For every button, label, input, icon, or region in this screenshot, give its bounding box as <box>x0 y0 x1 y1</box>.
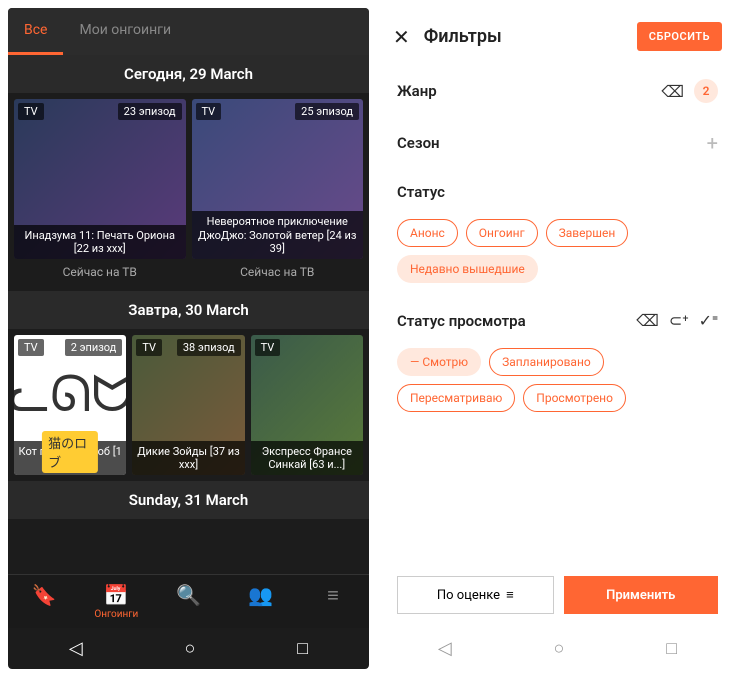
status-row: Статус <box>377 169 738 215</box>
nav-ongoing[interactable]: 📅 Онгоинги <box>80 575 152 628</box>
reset-button[interactable]: СБРОСИТЬ <box>637 22 722 51</box>
anime-card[interactable]: TV 38 эпизод Дикие Зойды [37 из xxx] <box>132 335 244 475</box>
plus-icon[interactable]: + <box>707 131 718 155</box>
people-icon: 👥 <box>248 583 273 607</box>
apply-bar: По оценке≡ Применить <box>377 562 738 628</box>
season-label: Сезон <box>397 134 697 152</box>
bottom-nav: 🔖 📅 Онгоинги 🔍 👥 ≡ <box>8 574 369 628</box>
bookmark-icon: 🔖 <box>32 583 57 607</box>
on-air-label: Сейчас на ТВ <box>192 259 364 285</box>
menu-icon: ≡ <box>327 583 339 607</box>
jp-title: 猫のロブ <box>42 431 98 473</box>
chip-rewatching[interactable]: Пересматриваю <box>397 384 515 412</box>
tabs-bar: Все Мои онгоинги <box>8 8 369 55</box>
section-sunday-header: Sunday, 31 March <box>8 481 369 519</box>
android-nav: ◁ ○ □ <box>377 628 738 669</box>
anime-title: Инадзума 11: Печать Ориона [22 из xxx] <box>14 225 186 259</box>
tomorrow-cards: TV 2 эпизод ᓚᘏᗢ 猫のロブ Кот по имени Роб [1… <box>8 329 369 481</box>
tab-all[interactable]: Все <box>8 8 63 55</box>
search-icon: 🔍 <box>176 583 201 607</box>
tv-badge: TV <box>18 103 44 120</box>
filters-screen: ✕ Фильтры СБРОСИТЬ Жанр ⌫ 2 Сезон + Стат… <box>377 8 738 669</box>
back-icon[interactable]: ◁ <box>69 638 83 659</box>
chip-anons[interactable]: Анонс <box>397 219 458 247</box>
add-icon[interactable]: ⊂⁺ <box>669 311 689 330</box>
episode-badge: 23 эпизод <box>118 103 182 120</box>
chip-finished[interactable]: Завершен <box>546 219 629 247</box>
cat-icon: ᓚᘏᗢ <box>14 365 126 424</box>
nav-menu[interactable]: ≡ <box>297 575 369 628</box>
sort-button[interactable]: По оценке≡ <box>397 576 554 614</box>
anime-card[interactable]: TV 25 эпизод Невероятное приключение Джо… <box>192 99 364 285</box>
chip-ongoing[interactable]: Онгоинг <box>466 219 538 247</box>
tv-badge: TV <box>196 103 222 120</box>
close-icon[interactable]: ✕ <box>393 25 410 49</box>
filter-header: ✕ Фильтры СБРОСИТЬ <box>377 8 738 65</box>
on-air-label: Сейчас на ТВ <box>14 259 186 285</box>
chip-watching[interactable]: Смотрю <box>397 348 481 376</box>
chip-recent[interactable]: Недавно вышедшие <box>397 255 538 283</box>
watch-chips: Смотрю Запланировано Пересматриваю Просм… <box>377 344 738 426</box>
episode-badge: 2 эпизод <box>65 339 123 356</box>
check-icon[interactable]: ✓⁼ <box>699 311 718 330</box>
nav-search[interactable]: 🔍 <box>152 575 224 628</box>
calendar-icon: 📅 <box>104 583 129 607</box>
clear-icon[interactable]: ⌫ <box>661 82 684 101</box>
tv-badge: TV <box>136 339 162 356</box>
filter-title: Фильтры <box>424 26 623 47</box>
recents-icon[interactable]: □ <box>297 638 308 659</box>
watch-status-row: Статус просмотра ⌫ ⊂⁺ ✓⁼ <box>377 297 738 344</box>
back-icon[interactable]: ◁ <box>438 638 452 659</box>
anime-card[interactable]: TV 2 эпизод ᓚᘏᗢ 猫のロブ Кот по имени Роб [1… <box>14 335 126 475</box>
genre-row[interactable]: Жанр ⌫ 2 <box>377 65 738 117</box>
nav-social[interactable]: 👥 <box>225 575 297 628</box>
genre-count-badge: 2 <box>694 79 718 103</box>
anime-title: Экспресс Франсе Синкай [63 и...] <box>251 441 363 475</box>
apply-button[interactable]: Применить <box>564 576 719 614</box>
section-today-header: Сегодня, 29 March <box>8 55 369 93</box>
sort-icon: ≡ <box>506 587 514 603</box>
tv-badge: TV <box>18 339 44 356</box>
anime-title: Невероятное приключение ДжоДжо: Золотой … <box>192 211 364 259</box>
android-nav: ◁ ○ □ <box>8 628 369 669</box>
status-chips: Анонс Онгоинг Завершен Недавно вышедшие <box>377 215 738 297</box>
ongoing-screen: Все Мои онгоинги Сегодня, 29 March TV 23… <box>8 8 369 669</box>
home-icon[interactable]: ○ <box>554 638 565 659</box>
anime-title: Дикие Зойды [37 из xxx] <box>132 441 244 475</box>
nav-bookmarks[interactable]: 🔖 <box>8 575 80 628</box>
watch-status-label: Статус просмотра <box>397 312 626 330</box>
recents-icon[interactable]: □ <box>666 638 677 659</box>
episode-badge: 38 эпизод <box>177 339 241 356</box>
today-cards: TV 23 эпизод Инадзума 11: Печать Ориона … <box>8 93 369 291</box>
anime-card[interactable]: TV Экспресс Франсе Синкай [63 и...] <box>251 335 363 475</box>
section-tomorrow-header: Завтра, 30 March <box>8 291 369 329</box>
chip-watched[interactable]: Просмотрено <box>523 384 626 412</box>
status-label: Статус <box>397 183 718 201</box>
anime-card[interactable]: TV 23 эпизод Инадзума 11: Печать Ориона … <box>14 99 186 285</box>
tab-my-ongoing[interactable]: Мои онгоинги <box>63 8 187 55</box>
tv-badge: TV <box>255 339 281 356</box>
chip-planned[interactable]: Запланировано <box>489 348 604 376</box>
season-row[interactable]: Сезон + <box>377 117 738 169</box>
clear-icon[interactable]: ⌫ <box>636 311 659 330</box>
genre-label: Жанр <box>397 82 651 100</box>
episode-badge: 25 эпизод <box>295 103 359 120</box>
nav-label: Онгоинги <box>80 609 152 620</box>
home-icon[interactable]: ○ <box>185 638 196 659</box>
